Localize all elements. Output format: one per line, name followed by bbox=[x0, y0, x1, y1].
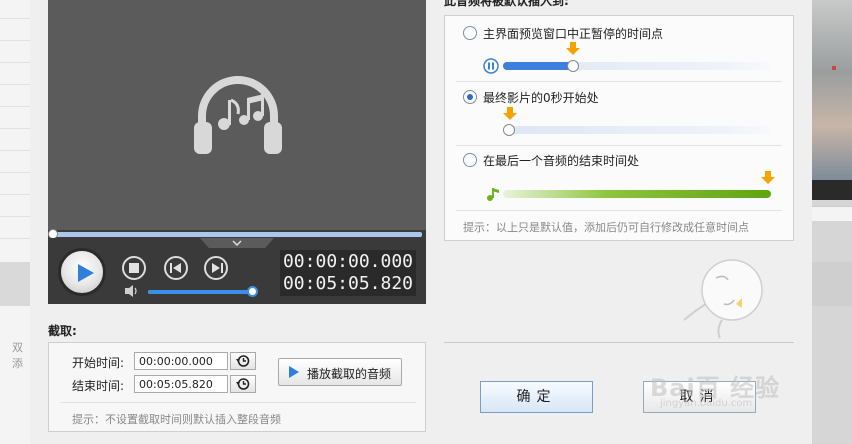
background-app-text: 双 添 bbox=[12, 341, 23, 370]
background-photo-strip bbox=[812, 180, 852, 200]
stop-button[interactable] bbox=[122, 256, 146, 280]
bg-row-divider bbox=[0, 216, 30, 217]
previous-button[interactable] bbox=[164, 256, 188, 280]
audio-preview-area bbox=[48, 0, 426, 234]
paused-point-marker bbox=[566, 60, 579, 72]
bg-row-divider bbox=[0, 62, 30, 63]
play-clip-label: 播放截取的音频 bbox=[307, 367, 392, 381]
play-icon bbox=[78, 264, 94, 282]
bg-row-divider bbox=[0, 128, 30, 129]
bg-row-divider bbox=[0, 172, 30, 173]
skip-forward-icon bbox=[212, 263, 223, 273]
option-divider bbox=[456, 145, 782, 146]
insert-section-title: 此音频将被默认插入到: bbox=[444, 0, 569, 8]
chevron-down-icon bbox=[232, 240, 242, 246]
bg-row-divider bbox=[0, 194, 30, 195]
end-time-label: 结束时间: bbox=[72, 379, 125, 393]
reset-start-time-button[interactable] bbox=[230, 352, 256, 370]
total-time: 00:05:05.820 bbox=[282, 273, 414, 294]
background-photo-thumbnail bbox=[812, 0, 852, 180]
start-time-input[interactable] bbox=[134, 352, 228, 370]
background-app-toolbar-right bbox=[812, 262, 852, 306]
next-button[interactable] bbox=[204, 256, 228, 280]
play-clip-button[interactable]: 播放截取的音频 bbox=[278, 358, 402, 386]
skip-back-icon bbox=[170, 263, 181, 273]
trim-divider bbox=[60, 402, 416, 403]
trim-hint: 提示：不设置截取时间则默认插入整段音频 bbox=[72, 413, 281, 426]
current-time: 00:00:00.000 bbox=[282, 251, 414, 272]
volume-slider-handle[interactable] bbox=[246, 286, 258, 297]
background-app-left bbox=[0, 0, 31, 444]
cartoon-mascot-icon bbox=[683, 259, 763, 339]
last-audio-end-timeline bbox=[503, 190, 771, 198]
reset-end-time-button[interactable] bbox=[230, 375, 256, 393]
option-divider bbox=[456, 81, 782, 82]
background-app-toolbar bbox=[0, 262, 30, 306]
down-arrow-marker-icon bbox=[503, 107, 517, 120]
radio-paused-point[interactable] bbox=[463, 26, 477, 40]
headphones-music-icon bbox=[194, 76, 282, 154]
stop-icon bbox=[129, 263, 139, 273]
play-button[interactable] bbox=[58, 248, 106, 296]
option-divider bbox=[456, 210, 782, 211]
button-area-divider bbox=[444, 342, 794, 343]
bg-row-divider bbox=[0, 238, 30, 239]
playback-progress-fill bbox=[52, 232, 422, 237]
bg-row-divider bbox=[0, 18, 30, 19]
bg-row-divider bbox=[0, 40, 30, 41]
history-clock-icon bbox=[236, 355, 250, 367]
ok-button[interactable]: 确定 bbox=[480, 381, 593, 413]
bg-row-divider bbox=[0, 150, 30, 151]
collapse-toggle[interactable] bbox=[200, 238, 274, 248]
music-note-icon bbox=[487, 188, 499, 201]
pause-icon bbox=[483, 58, 499, 74]
volume-slider-fill bbox=[148, 290, 252, 294]
film-start-timeline bbox=[503, 126, 771, 134]
film-start-marker bbox=[503, 124, 515, 136]
down-arrow-marker-icon bbox=[565, 42, 580, 55]
bg-row-divider bbox=[0, 106, 30, 107]
insert-hint: 提示：以上只是默认值，添加后仍可自行修改成任意时间点 bbox=[463, 221, 749, 234]
history-clock-icon bbox=[236, 378, 250, 390]
background-scroll-bar bbox=[812, 206, 852, 221]
watermark-url: jingyan.baidu.com bbox=[660, 398, 753, 409]
start-time-label: 开始时间: bbox=[72, 356, 125, 370]
bg-row-divider bbox=[0, 84, 30, 85]
radio-last-audio-end[interactable] bbox=[463, 153, 477, 167]
end-time-input[interactable] bbox=[134, 375, 228, 393]
down-arrow-marker-icon bbox=[761, 171, 775, 184]
option-last-audio-end-label[interactable]: 在最后一个音频的结束时间处 bbox=[483, 152, 639, 169]
radio-film-start[interactable] bbox=[463, 90, 477, 104]
play-icon bbox=[289, 366, 299, 378]
time-display: 00:00:00.000 00:05:05.820 bbox=[280, 250, 416, 296]
option-paused-point-label[interactable]: 主界面预览窗口中正暂停的时间点 bbox=[483, 25, 663, 42]
paused-point-timeline-fill bbox=[503, 62, 573, 70]
volume-icon[interactable] bbox=[124, 284, 140, 298]
option-film-start-label[interactable]: 最终影片的0秒开始处 bbox=[483, 89, 599, 106]
trim-section-title: 截取: bbox=[48, 324, 77, 338]
